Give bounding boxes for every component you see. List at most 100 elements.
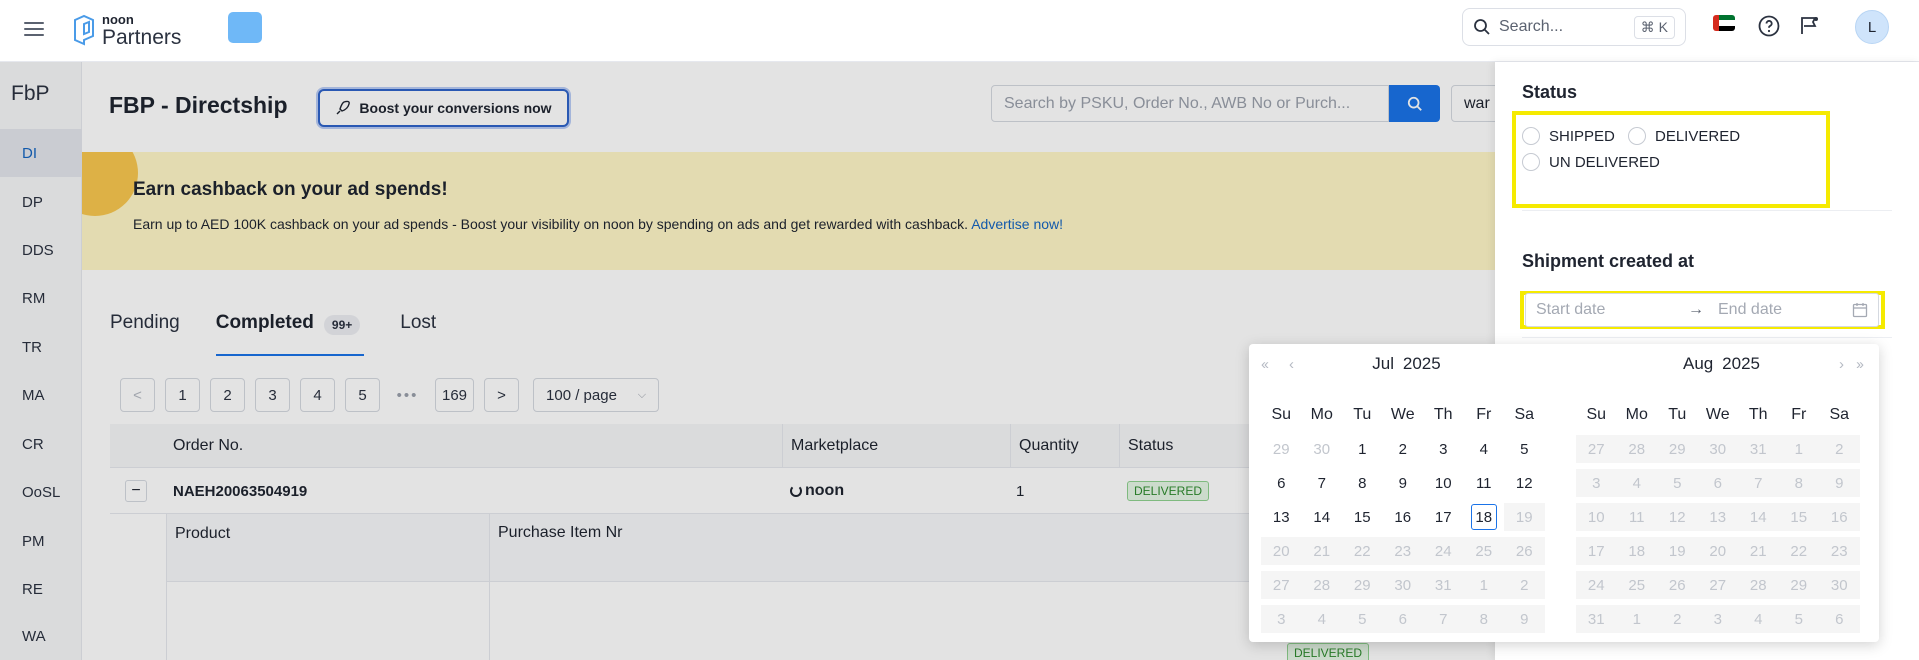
calendar-day[interactable]: 17: [1423, 503, 1464, 531]
section-divider: [1522, 210, 1892, 211]
calendar-day: 24: [1423, 537, 1464, 565]
calendar-day: 4: [1616, 469, 1657, 497]
calendar-day-label: 14: [1749, 508, 1767, 526]
radio-undelivered[interactable]: UN DELIVERED: [1522, 153, 1660, 171]
calendar-day: 29: [1778, 571, 1819, 599]
calendar-day-today[interactable]: 18: [1464, 503, 1505, 531]
calendar-day[interactable]: 2: [1383, 435, 1424, 463]
calendar-day-label: 1: [1358, 440, 1367, 458]
calendar-day-label: 24: [1434, 542, 1452, 560]
calendar-day: 17: [1576, 537, 1617, 565]
calendar-day[interactable]: 30: [1302, 435, 1343, 463]
radio-shipped-label: SHIPPED: [1549, 127, 1615, 145]
year-label[interactable]: 2025: [1403, 354, 1441, 374]
calendar-day: 6: [1819, 605, 1860, 633]
calendar-day-label: 16: [1830, 508, 1848, 526]
calendar-day-label: 5: [1794, 610, 1803, 628]
calendar-day-label: 20: [1709, 542, 1727, 560]
calendar-day: 7: [1423, 605, 1464, 633]
calendar-day-label: 30: [1830, 576, 1848, 594]
calendar-day: 31: [1738, 435, 1779, 463]
calendar-day: 16: [1819, 503, 1860, 531]
calendar-day[interactable]: 10: [1423, 469, 1464, 497]
uae-flag-icon[interactable]: [1713, 15, 1735, 31]
date-range-picker[interactable]: Start date → End date: [1525, 293, 1879, 327]
calendar-day[interactable]: 29: [1261, 435, 1302, 463]
end-date-input[interactable]: End date: [1718, 301, 1852, 319]
calendar-day-label: 29: [1353, 576, 1371, 594]
prev-year-button[interactable]: ‹‹: [1261, 356, 1269, 373]
calendar-day: 2: [1504, 571, 1545, 599]
calendar-day[interactable]: 3: [1423, 435, 1464, 463]
calendar-day-label: 9: [1398, 474, 1407, 492]
calendar-day[interactable]: 1: [1342, 435, 1383, 463]
calendar-day: 9: [1819, 469, 1860, 497]
calendar-day-label: 27: [1709, 576, 1727, 594]
radio-delivered[interactable]: DELIVERED: [1628, 127, 1740, 145]
calendar-day[interactable]: 4: [1464, 435, 1505, 463]
next-year-button[interactable]: ››: [1856, 356, 1864, 373]
calendar-day[interactable]: 11: [1464, 469, 1505, 497]
calendar-day: 30: [1819, 571, 1860, 599]
weekday-label: Sa: [1829, 406, 1850, 423]
help-icon[interactable]: [1757, 14, 1781, 38]
calendar-day: 30: [1382, 571, 1423, 599]
weekday-label: Th: [1748, 406, 1768, 423]
calendar-day: 5: [1342, 605, 1383, 633]
menu-icon[interactable]: [24, 18, 44, 42]
radio-shipped[interactable]: SHIPPED: [1522, 127, 1615, 145]
calendar-day[interactable]: 12: [1504, 469, 1545, 497]
calendar-day[interactable]: 6: [1261, 469, 1302, 497]
calendar-day-label: 5: [1358, 610, 1367, 628]
weekday-label: Sa: [1514, 406, 1535, 423]
calendar-day-label: 26: [1515, 542, 1533, 560]
feedback-flag-icon[interactable]: [1798, 14, 1822, 38]
calendar-day[interactable]: 7: [1302, 469, 1343, 497]
calendar-day-label: 29: [1668, 440, 1686, 458]
calendar-day-label: 7: [1754, 474, 1763, 492]
weekday-label: Su: [1271, 406, 1292, 423]
user-avatar[interactable]: L: [1855, 10, 1889, 44]
radio-circle-icon: [1522, 153, 1540, 171]
year-label[interactable]: 2025: [1722, 354, 1760, 374]
calendar-day[interactable]: 8: [1342, 469, 1383, 497]
calendar-day: 9: [1504, 605, 1545, 633]
calendar-day-label: 28: [1749, 576, 1767, 594]
month-label[interactable]: Aug: [1683, 354, 1713, 374]
calendar-day: 26: [1504, 537, 1545, 565]
calendar-day-label: 8: [1358, 474, 1367, 492]
global-search[interactable]: Search... ⌘ K: [1462, 8, 1686, 46]
calendar-day: 25: [1463, 537, 1504, 565]
calendar-day: 10: [1576, 503, 1617, 531]
calendar-day: 7: [1738, 469, 1779, 497]
search-icon: [1474, 19, 1490, 35]
app-switcher-button[interactable]: [228, 12, 262, 43]
calendar-day[interactable]: 14: [1302, 503, 1343, 531]
noon-partners-logo[interactable]: noon Partners: [72, 10, 181, 50]
status-filter-title: Status: [1522, 82, 1578, 102]
calendar-day[interactable]: 13: [1261, 503, 1302, 531]
calendar-day[interactable]: 5: [1504, 435, 1545, 463]
calendar-day[interactable]: 15: [1342, 503, 1383, 531]
calendar-day-label: 3: [1439, 440, 1448, 458]
radio-undelivered-label: UN DELIVERED: [1549, 153, 1660, 171]
calendar-day-label: 11: [1475, 474, 1492, 492]
calendar-day-label: 15: [1353, 508, 1371, 526]
start-date-input[interactable]: Start date: [1536, 301, 1674, 319]
calendar-day: 19: [1657, 537, 1698, 565]
calendar-day: 8: [1463, 605, 1504, 633]
calendar-day-label: 2: [1835, 440, 1844, 458]
calendar-day-label: 6: [1835, 610, 1844, 628]
calendar-day[interactable]: 9: [1383, 469, 1424, 497]
month-label[interactable]: Jul: [1372, 354, 1394, 374]
calendar-day: 22: [1342, 537, 1383, 565]
calendar-day-label: 23: [1830, 542, 1848, 560]
calendar-day-label: 2: [1398, 440, 1407, 458]
next-month-button[interactable]: ›: [1839, 356, 1844, 373]
calendar-day: 2: [1819, 435, 1860, 463]
calendar-day-label: 5: [1520, 440, 1529, 458]
prev-month-button[interactable]: ‹: [1289, 356, 1294, 373]
weekday-label: We: [1705, 406, 1730, 423]
calendar-day-label: 30: [1313, 440, 1331, 458]
calendar-day[interactable]: 16: [1383, 503, 1424, 531]
